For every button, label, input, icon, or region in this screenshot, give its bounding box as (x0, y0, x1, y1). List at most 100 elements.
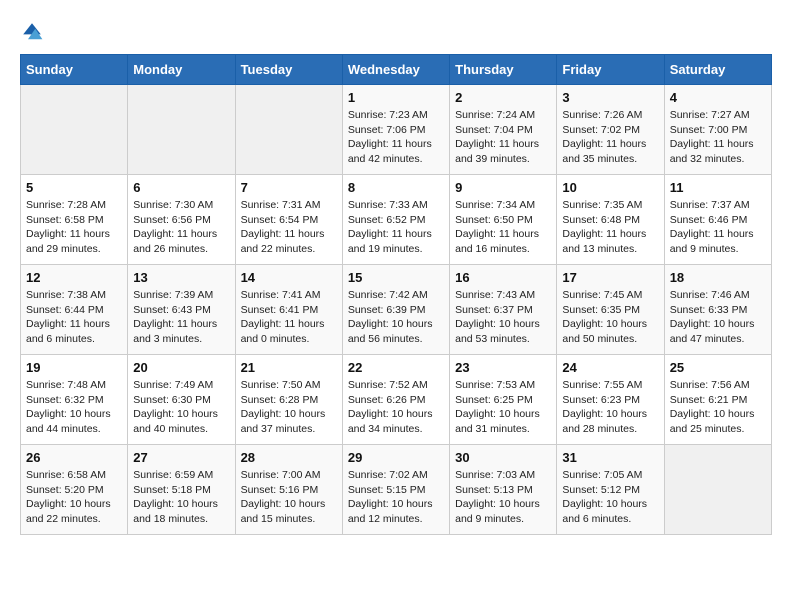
day-number: 23 (455, 360, 551, 375)
day-info: Sunrise: 7:45 AM Sunset: 6:35 PM Dayligh… (562, 288, 658, 347)
day-number: 25 (670, 360, 766, 375)
day-number: 5 (26, 180, 122, 195)
day-number: 14 (241, 270, 337, 285)
logo-icon (20, 20, 44, 44)
logo (20, 20, 44, 44)
day-info: Sunrise: 7:50 AM Sunset: 6:28 PM Dayligh… (241, 378, 337, 437)
day-info: Sunrise: 7:03 AM Sunset: 5:13 PM Dayligh… (455, 468, 551, 527)
day-number: 26 (26, 450, 122, 465)
day-cell: 28 Sunrise: 7:00 AM Sunset: 5:16 PM Dayli… (235, 445, 342, 535)
day-info: Sunrise: 6:58 AM Sunset: 5:20 PM Dayligh… (26, 468, 122, 527)
day-info: Sunrise: 7:00 AM Sunset: 5:16 PM Dayligh… (241, 468, 337, 527)
day-number: 22 (348, 360, 444, 375)
day-info: Sunrise: 7:31 AM Sunset: 6:54 PM Dayligh… (241, 198, 337, 257)
day-cell: 4Sunrise: 7:27 AM Sunset: 7:00 PM Daylig… (664, 85, 771, 175)
day-number: 30 (455, 450, 551, 465)
day-info: Sunrise: 7:46 AM Sunset: 6:33 PM Dayligh… (670, 288, 766, 347)
weekday-wednesday: Wednesday (342, 55, 449, 85)
day-cell: 21 Sunrise: 7:50 AM Sunset: 6:28 PM Dayli… (235, 355, 342, 445)
day-number: 8 (348, 180, 444, 195)
week-row-2: 5 Sunrise: 7:28 AM Sunset: 6:58 PM Daylig… (21, 175, 772, 265)
page-header (20, 20, 772, 44)
day-info: Sunrise: 7:48 AM Sunset: 6:32 PM Dayligh… (26, 378, 122, 437)
day-info: Sunrise: 7:27 AM Sunset: 7:00 PM Dayligh… (670, 108, 766, 167)
day-cell: 18 Sunrise: 7:46 AM Sunset: 6:33 PM Dayli… (664, 265, 771, 355)
day-info: Sunrise: 7:35 AM Sunset: 6:48 PM Dayligh… (562, 198, 658, 257)
day-cell: 5 Sunrise: 7:28 AM Sunset: 6:58 PM Daylig… (21, 175, 128, 265)
day-cell (235, 85, 342, 175)
day-info: Sunrise: 7:26 AM Sunset: 7:02 PM Dayligh… (562, 108, 658, 167)
day-number: 7 (241, 180, 337, 195)
day-number: 21 (241, 360, 337, 375)
day-number: 11 (670, 180, 766, 195)
day-info: Sunrise: 7:34 AM Sunset: 6:50 PM Dayligh… (455, 198, 551, 257)
day-cell: 2Sunrise: 7:24 AM Sunset: 7:04 PM Daylig… (450, 85, 557, 175)
day-cell: 30 Sunrise: 7:03 AM Sunset: 5:13 PM Dayli… (450, 445, 557, 535)
day-cell: 23 Sunrise: 7:53 AM Sunset: 6:25 PM Dayli… (450, 355, 557, 445)
day-cell: 29Sunrise: 7:02 AM Sunset: 5:15 PM Dayli… (342, 445, 449, 535)
day-info: Sunrise: 7:02 AM Sunset: 5:15 PM Dayligh… (348, 468, 444, 527)
day-number: 10 (562, 180, 658, 195)
day-info: Sunrise: 7:53 AM Sunset: 6:25 PM Dayligh… (455, 378, 551, 437)
day-cell: 19 Sunrise: 7:48 AM Sunset: 6:32 PM Dayli… (21, 355, 128, 445)
day-number: 18 (670, 270, 766, 285)
day-cell (128, 85, 235, 175)
day-info: Sunrise: 7:41 AM Sunset: 6:41 PM Dayligh… (241, 288, 337, 347)
day-info: Sunrise: 7:55 AM Sunset: 6:23 PM Dayligh… (562, 378, 658, 437)
day-cell: 14 Sunrise: 7:41 AM Sunset: 6:41 PM Dayli… (235, 265, 342, 355)
day-info: Sunrise: 7:30 AM Sunset: 6:56 PM Dayligh… (133, 198, 229, 257)
day-cell: 9Sunrise: 7:34 AM Sunset: 6:50 PM Daylig… (450, 175, 557, 265)
day-cell: 15Sunrise: 7:42 AM Sunset: 6:39 PM Dayli… (342, 265, 449, 355)
week-row-5: 26 Sunrise: 6:58 AM Sunset: 5:20 PM Dayli… (21, 445, 772, 535)
day-number: 3 (562, 90, 658, 105)
weekday-header-row: SundayMondayTuesdayWednesdayThursdayFrid… (21, 55, 772, 85)
day-info: Sunrise: 7:38 AM Sunset: 6:44 PM Dayligh… (26, 288, 122, 347)
day-cell: 26 Sunrise: 6:58 AM Sunset: 5:20 PM Dayli… (21, 445, 128, 535)
day-cell: 13Sunrise: 7:39 AM Sunset: 6:43 PM Dayli… (128, 265, 235, 355)
weekday-friday: Friday (557, 55, 664, 85)
week-row-3: 12 Sunrise: 7:38 AM Sunset: 6:44 PM Dayli… (21, 265, 772, 355)
day-number: 12 (26, 270, 122, 285)
day-cell: 8 Sunrise: 7:33 AM Sunset: 6:52 PM Daylig… (342, 175, 449, 265)
weekday-tuesday: Tuesday (235, 55, 342, 85)
weekday-thursday: Thursday (450, 55, 557, 85)
calendar-header: SundayMondayTuesdayWednesdayThursdayFrid… (21, 55, 772, 85)
day-number: 17 (562, 270, 658, 285)
day-info: Sunrise: 7:28 AM Sunset: 6:58 PM Dayligh… (26, 198, 122, 257)
weekday-sunday: Sunday (21, 55, 128, 85)
weekday-monday: Monday (128, 55, 235, 85)
day-cell: 22 Sunrise: 7:52 AM Sunset: 6:26 PM Dayli… (342, 355, 449, 445)
day-info: Sunrise: 7:05 AM Sunset: 5:12 PM Dayligh… (562, 468, 658, 527)
week-row-4: 19 Sunrise: 7:48 AM Sunset: 6:32 PM Dayli… (21, 355, 772, 445)
day-cell: 16Sunrise: 7:43 AM Sunset: 6:37 PM Dayli… (450, 265, 557, 355)
day-number: 27 (133, 450, 229, 465)
day-cell: 11Sunrise: 7:37 AM Sunset: 6:46 PM Dayli… (664, 175, 771, 265)
day-cell: 7 Sunrise: 7:31 AM Sunset: 6:54 PM Daylig… (235, 175, 342, 265)
day-cell (664, 445, 771, 535)
day-cell: 20 Sunrise: 7:49 AM Sunset: 6:30 PM Dayli… (128, 355, 235, 445)
day-cell: 25 Sunrise: 7:56 AM Sunset: 6:21 PM Dayli… (664, 355, 771, 445)
day-cell: 1 Sunrise: 7:23 AM Sunset: 7:06 PM Daylig… (342, 85, 449, 175)
day-info: Sunrise: 7:56 AM Sunset: 6:21 PM Dayligh… (670, 378, 766, 437)
day-cell: 12 Sunrise: 7:38 AM Sunset: 6:44 PM Dayli… (21, 265, 128, 355)
day-number: 20 (133, 360, 229, 375)
day-number: 1 (348, 90, 444, 105)
calendar-body: 1 Sunrise: 7:23 AM Sunset: 7:06 PM Daylig… (21, 85, 772, 535)
calendar-table: SundayMondayTuesdayWednesdayThursdayFrid… (20, 54, 772, 535)
day-info: Sunrise: 7:33 AM Sunset: 6:52 PM Dayligh… (348, 198, 444, 257)
day-info: Sunrise: 7:43 AM Sunset: 6:37 PM Dayligh… (455, 288, 551, 347)
day-cell: 10 Sunrise: 7:35 AM Sunset: 6:48 PM Dayli… (557, 175, 664, 265)
day-info: Sunrise: 7:52 AM Sunset: 6:26 PM Dayligh… (348, 378, 444, 437)
day-number: 31 (562, 450, 658, 465)
day-info: Sunrise: 6:59 AM Sunset: 5:18 PM Dayligh… (133, 468, 229, 527)
day-cell: 3 Sunrise: 7:26 AM Sunset: 7:02 PM Daylig… (557, 85, 664, 175)
week-row-1: 1 Sunrise: 7:23 AM Sunset: 7:06 PM Daylig… (21, 85, 772, 175)
day-number: 19 (26, 360, 122, 375)
day-number: 6 (133, 180, 229, 195)
day-cell: 31 Sunrise: 7:05 AM Sunset: 5:12 PM Dayli… (557, 445, 664, 535)
day-info: Sunrise: 7:23 AM Sunset: 7:06 PM Dayligh… (348, 108, 444, 167)
day-number: 13 (133, 270, 229, 285)
day-number: 28 (241, 450, 337, 465)
day-info: Sunrise: 7:49 AM Sunset: 6:30 PM Dayligh… (133, 378, 229, 437)
day-cell (21, 85, 128, 175)
